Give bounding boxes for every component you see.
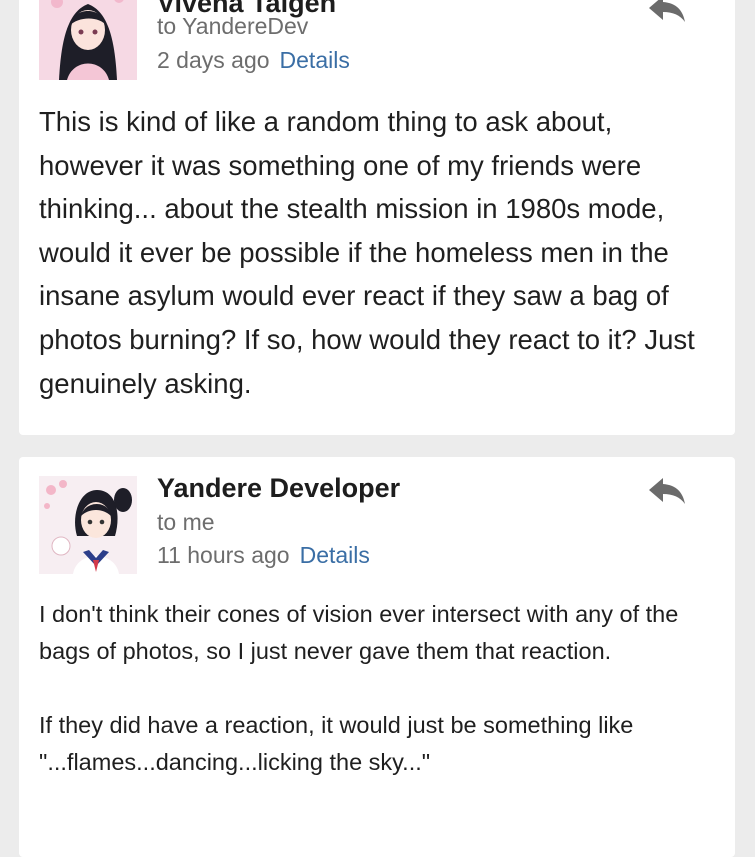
details-link[interactable]: Details [280, 47, 350, 73]
anime-avatar-image [39, 0, 137, 80]
recipient-label: to me [157, 509, 215, 535]
reply-arrow-icon[interactable] [647, 0, 687, 24]
sender-name: Yandere Developer [157, 473, 401, 503]
anime-avatar-image [39, 476, 137, 574]
timestamp: 2 days ago [157, 47, 270, 73]
sender-avatar[interactable] [39, 476, 137, 574]
timestamp: 11 hours ago [157, 542, 290, 568]
recipient-label: to YandereDev [157, 13, 309, 39]
message-paragraph: I don't think their cones of vision ever… [39, 601, 679, 664]
message-meta: 11 hours ago Details [157, 542, 370, 569]
message-card: Vivena Taigen to YandereDev 2 days ago De… [19, 0, 735, 435]
sender-avatar[interactable] [39, 0, 137, 80]
message-body: I don't think their cones of vision ever… [39, 596, 719, 781]
message-body: This is kind of like a random thing to a… [39, 106, 695, 399]
message-meta: 2 days ago Details [157, 47, 350, 74]
message-paragraph: If they did have a reaction, it would ju… [39, 712, 634, 775]
message-card: Yandere Developer to me 11 hours ago Deta… [19, 457, 735, 857]
reply-arrow-icon[interactable] [647, 474, 687, 506]
details-link[interactable]: Details [300, 542, 370, 568]
